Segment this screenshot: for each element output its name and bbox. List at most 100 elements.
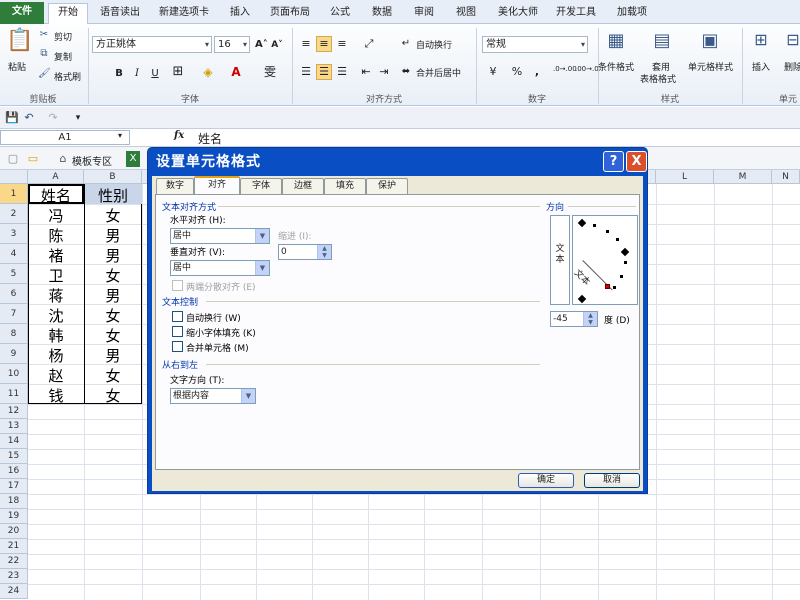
tab-home[interactable]: 开始	[48, 3, 88, 25]
column-header-b[interactable]: B	[84, 170, 142, 184]
chevron-down-icon[interactable]: ▾	[118, 131, 122, 140]
row-header-1[interactable]: 1	[0, 184, 28, 204]
tab-beautify[interactable]: 美化大师	[492, 4, 544, 24]
phonetic-icon[interactable]: 雯	[262, 64, 278, 80]
row-header-15[interactable]: 15	[0, 449, 28, 464]
row-header-24[interactable]: 24	[0, 584, 28, 599]
wrap-text-button[interactable]: 自动换行	[416, 38, 452, 51]
row-header-19[interactable]: 19	[0, 509, 28, 524]
font-size-combo[interactable]: 16 ▾	[214, 36, 250, 53]
redo-icon[interactable]: ↷	[46, 110, 60, 126]
cell-b1[interactable]: 性别	[84, 185, 142, 206]
fill-color-icon[interactable]: ◈	[200, 64, 216, 80]
row-header-11[interactable]: 11	[0, 384, 28, 404]
align-center-icon[interactable]: ☰	[316, 64, 332, 80]
home-icon[interactable]: ⌂	[56, 151, 70, 167]
grow-font-icon[interactable]: A˄	[254, 37, 268, 53]
cell-a11[interactable]: 钱	[28, 385, 84, 406]
row-header-17[interactable]: 17	[0, 479, 28, 494]
merge-cells-checkbox[interactable]	[172, 341, 183, 352]
bold-button[interactable]: B	[112, 66, 126, 82]
font-color-icon[interactable]: A	[228, 64, 244, 80]
shrink-font-icon[interactable]: A˅	[270, 37, 284, 53]
tab-insert[interactable]: 插入	[222, 4, 258, 24]
tab-file[interactable]: 文件	[0, 2, 44, 24]
row-header-20[interactable]: 20	[0, 524, 28, 539]
paste-button[interactable]: 粘贴	[8, 60, 26, 73]
percent-button[interactable]: %	[510, 64, 524, 80]
cut-icon[interactable]: ✂	[38, 29, 50, 40]
conditional-format-button[interactable]: 条件格式	[598, 60, 634, 73]
format-painter-button[interactable]: 格式刷	[54, 70, 81, 83]
dialog-tab-number[interactable]: 数字	[156, 178, 194, 194]
cell-a4[interactable]: 褚	[28, 245, 84, 266]
cell-b3[interactable]: 男	[84, 225, 142, 246]
cell-style-button[interactable]: 单元格样式	[688, 60, 733, 73]
shrink-to-fit-checkbox[interactable]	[172, 326, 183, 337]
cell-a1[interactable]: 姓名	[28, 185, 84, 206]
font-name-combo[interactable]: 方正姚体 ▾	[92, 36, 212, 53]
tab-new[interactable]: 新建选项卡	[152, 4, 216, 24]
ok-button[interactable]: 确定	[518, 473, 574, 488]
template-tab[interactable]: 模板专区	[72, 153, 112, 168]
merge-center-icon[interactable]: ⬌	[400, 64, 412, 80]
align-top-icon[interactable]: ≡	[298, 36, 314, 52]
decrease-decimal-button[interactable]: .00→.0	[574, 65, 599, 74]
cell-a6[interactable]: 蒋	[28, 285, 84, 306]
row-header-8[interactable]: 8	[0, 324, 28, 344]
excel-icon[interactable]: X	[126, 151, 140, 167]
save-icon[interactable]: 💾	[4, 110, 19, 126]
cell-a3[interactable]: 陈	[28, 225, 84, 246]
file-icon[interactable]: ▢	[6, 151, 20, 167]
tab-developer[interactable]: 开发工具	[550, 4, 602, 24]
function-icon[interactable]: fx	[174, 130, 184, 141]
border-icon[interactable]: ⊞	[170, 64, 186, 80]
increase-decimal-button[interactable]: .0→.00	[552, 65, 577, 74]
merge-center-button[interactable]: 合并后居中	[416, 66, 461, 79]
wrap-text-checkbox[interactable]	[172, 311, 183, 322]
cell-a8[interactable]: 韩	[28, 325, 84, 346]
dialog-tab-border[interactable]: 边框	[282, 178, 324, 194]
copy-icon[interactable]: ⧉	[38, 48, 50, 59]
currency-icon[interactable]: ¥	[484, 64, 502, 80]
row-header-14[interactable]: 14	[0, 434, 28, 449]
cell-a10[interactable]: 赵	[28, 365, 84, 386]
comma-button[interactable]: ,	[530, 64, 544, 80]
formula-input[interactable]: 姓名	[198, 130, 222, 147]
row-header-5[interactable]: 5	[0, 264, 28, 284]
column-header-l[interactable]: L	[656, 170, 714, 184]
row-header-3[interactable]: 3	[0, 224, 28, 244]
tab-addins[interactable]: 加载项	[610, 4, 654, 24]
h-align-select[interactable]: 居中 ▼	[170, 228, 270, 244]
underline-button[interactable]: U	[148, 66, 162, 82]
table-format-button-line2[interactable]: 表格格式	[640, 72, 676, 85]
conditional-format-icon[interactable]: ▦	[604, 30, 628, 51]
italic-button[interactable]: I	[130, 66, 144, 82]
row-header-4[interactable]: 4	[0, 244, 28, 264]
close-button[interactable]: X	[626, 151, 647, 172]
cell-style-icon[interactable]: ▣	[698, 30, 722, 51]
cell-b9[interactable]: 男	[84, 345, 142, 366]
delete-cells-button[interactable]: 删除	[784, 60, 800, 73]
help-button[interactable]: ?	[603, 151, 624, 172]
row-header-23[interactable]: 23	[0, 569, 28, 584]
tab-review[interactable]: 审阅	[406, 4, 442, 24]
row-header-21[interactable]: 21	[0, 539, 28, 554]
row-header-6[interactable]: 6	[0, 284, 28, 304]
row-header-9[interactable]: 9	[0, 344, 28, 364]
format-painter-icon[interactable]: 🖌	[38, 68, 51, 79]
tab-voice[interactable]: 语音读出	[92, 4, 148, 24]
row-header-18[interactable]: 18	[0, 494, 28, 509]
row-header-2[interactable]: 2	[0, 204, 28, 224]
degree-stepper[interactable]: -45 ▲ ▼	[550, 311, 598, 327]
cancel-button[interactable]: 取消	[584, 473, 640, 488]
table-format-icon[interactable]: ▤	[650, 30, 674, 51]
insert-cells-icon[interactable]: ⊞	[750, 30, 772, 49]
tab-view[interactable]: 视图	[448, 4, 484, 24]
row-header-22[interactable]: 22	[0, 554, 28, 569]
paste-icon[interactable]: 📋	[6, 28, 33, 56]
indent-stepper[interactable]: 0 ▲ ▼	[278, 244, 332, 260]
v-align-select[interactable]: 居中 ▼	[170, 260, 270, 276]
align-left-icon[interactable]: ☰	[298, 64, 314, 80]
row-header-12[interactable]: 12	[0, 404, 28, 419]
